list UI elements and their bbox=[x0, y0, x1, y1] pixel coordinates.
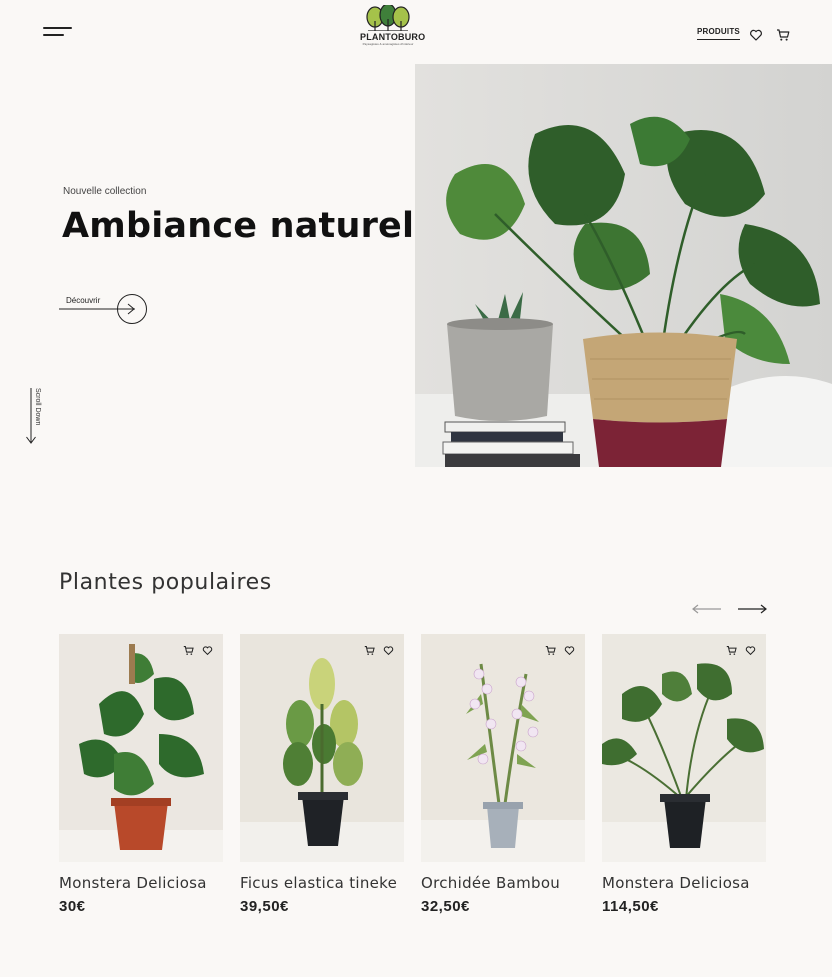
heart-icon[interactable] bbox=[749, 28, 763, 42]
add-to-cart-icon[interactable] bbox=[545, 643, 556, 655]
hero-eyebrow: Nouvelle collection bbox=[63, 186, 147, 197]
product-price: 30€ bbox=[59, 898, 86, 915]
scroll-down[interactable]: Scroll Down bbox=[24, 386, 46, 446]
favorite-icon[interactable] bbox=[745, 643, 756, 656]
nav-products-link[interactable]: PRODUITS bbox=[697, 27, 740, 40]
product-card[interactable]: Ficus elastica tineke 39,50€ bbox=[240, 634, 404, 915]
add-to-cart-icon[interactable] bbox=[726, 643, 737, 655]
product-image[interactable] bbox=[59, 634, 223, 862]
logo-tagline: Paysagistes & aménagistes d'intérieur bbox=[362, 42, 414, 46]
favorite-icon[interactable] bbox=[383, 643, 394, 656]
product-name[interactable]: Monstera Deliciosa bbox=[59, 874, 223, 892]
add-to-cart-icon[interactable] bbox=[364, 643, 375, 655]
product-price: 39,50€ bbox=[240, 898, 289, 915]
menu-icon[interactable] bbox=[43, 26, 73, 40]
product-name[interactable]: Monstera Deliciosa bbox=[602, 874, 766, 892]
add-to-cart-icon[interactable] bbox=[183, 643, 194, 655]
arrow-left-icon[interactable] bbox=[692, 602, 722, 614]
arrow-down-icon bbox=[26, 388, 36, 444]
arrow-right-icon bbox=[59, 294, 147, 324]
logo[interactable]: PLANTOBURO Paysagistes & aménagistes d'i… bbox=[360, 5, 426, 59]
product-price: 114,50€ bbox=[602, 898, 659, 915]
product-name[interactable]: Ficus elastica tineke bbox=[240, 874, 404, 892]
product-image[interactable] bbox=[421, 634, 585, 862]
arrow-right-icon[interactable] bbox=[737, 602, 767, 614]
hero-image bbox=[415, 64, 832, 467]
site-header: PLANTOBURO Paysagistes & aménagistes d'i… bbox=[0, 0, 832, 64]
favorite-icon[interactable] bbox=[202, 643, 213, 656]
section-title: Plantes populaires bbox=[59, 570, 272, 595]
product-price: 32,50€ bbox=[421, 898, 470, 915]
product-image[interactable] bbox=[240, 634, 404, 862]
product-card[interactable]: Monstera Deliciosa 114,50€ bbox=[602, 634, 766, 915]
discover-button[interactable]: Découvrir bbox=[59, 294, 149, 326]
product-card[interactable]: Monstera Deliciosa 30€ bbox=[59, 634, 223, 915]
product-image[interactable] bbox=[602, 634, 766, 862]
hero-title: Ambiance naturelle bbox=[62, 206, 451, 246]
product-card[interactable]: Orchidée Bambou 32,50€ bbox=[421, 634, 585, 915]
product-name[interactable]: Orchidée Bambou bbox=[421, 874, 585, 892]
cart-icon[interactable] bbox=[776, 28, 790, 42]
logo-name: PLANTOBURO bbox=[360, 32, 426, 42]
favorite-icon[interactable] bbox=[564, 643, 575, 656]
logo-trees-icon bbox=[366, 5, 410, 31]
